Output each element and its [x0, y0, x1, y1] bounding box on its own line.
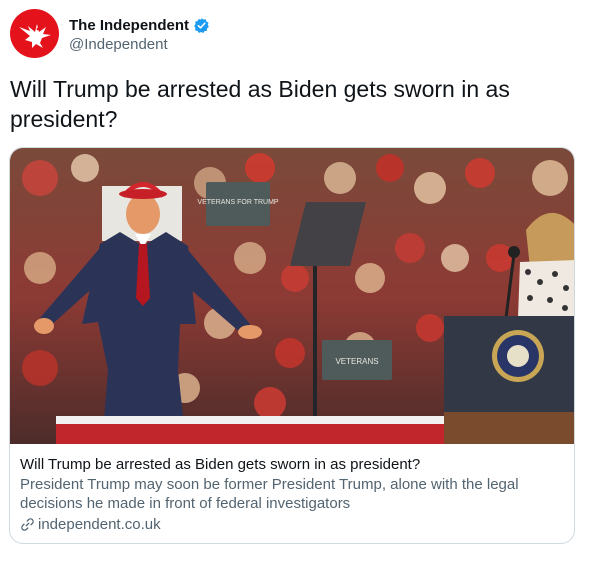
sign-text-2: VETERANS: [335, 357, 378, 366]
handle[interactable]: @Independent: [69, 36, 210, 53]
avatar[interactable]: [10, 9, 59, 58]
card-domain[interactable]: independent.co.uk: [20, 515, 566, 534]
link-card[interactable]: VETERANS FOR TRUMP VETERANS Will Trump b…: [9, 147, 575, 544]
account-names: The Independent @Independent: [69, 15, 210, 53]
card-title[interactable]: Will Trump be arrested as Biden gets swo…: [20, 455, 566, 474]
eagle-logo-icon: [18, 23, 51, 48]
display-name[interactable]: The Independent: [69, 17, 189, 34]
card-body: Will Trump be arrested as Biden gets swo…: [20, 455, 566, 534]
tweet-header: The Independent @Independent: [10, 9, 580, 59]
link-icon: [21, 518, 34, 531]
card-description: President Trump may soon be former Presi…: [20, 476, 519, 512]
sign-text-1: VETERANS FOR TRUMP: [197, 199, 278, 206]
tweet-text: Will Trump be arrested as Biden gets swo…: [10, 76, 510, 132]
card-domain-text[interactable]: independent.co.uk: [38, 515, 161, 534]
rally-photo: VETERANS FOR TRUMP VETERANS: [10, 148, 574, 444]
verified-badge-icon: [194, 17, 209, 33]
